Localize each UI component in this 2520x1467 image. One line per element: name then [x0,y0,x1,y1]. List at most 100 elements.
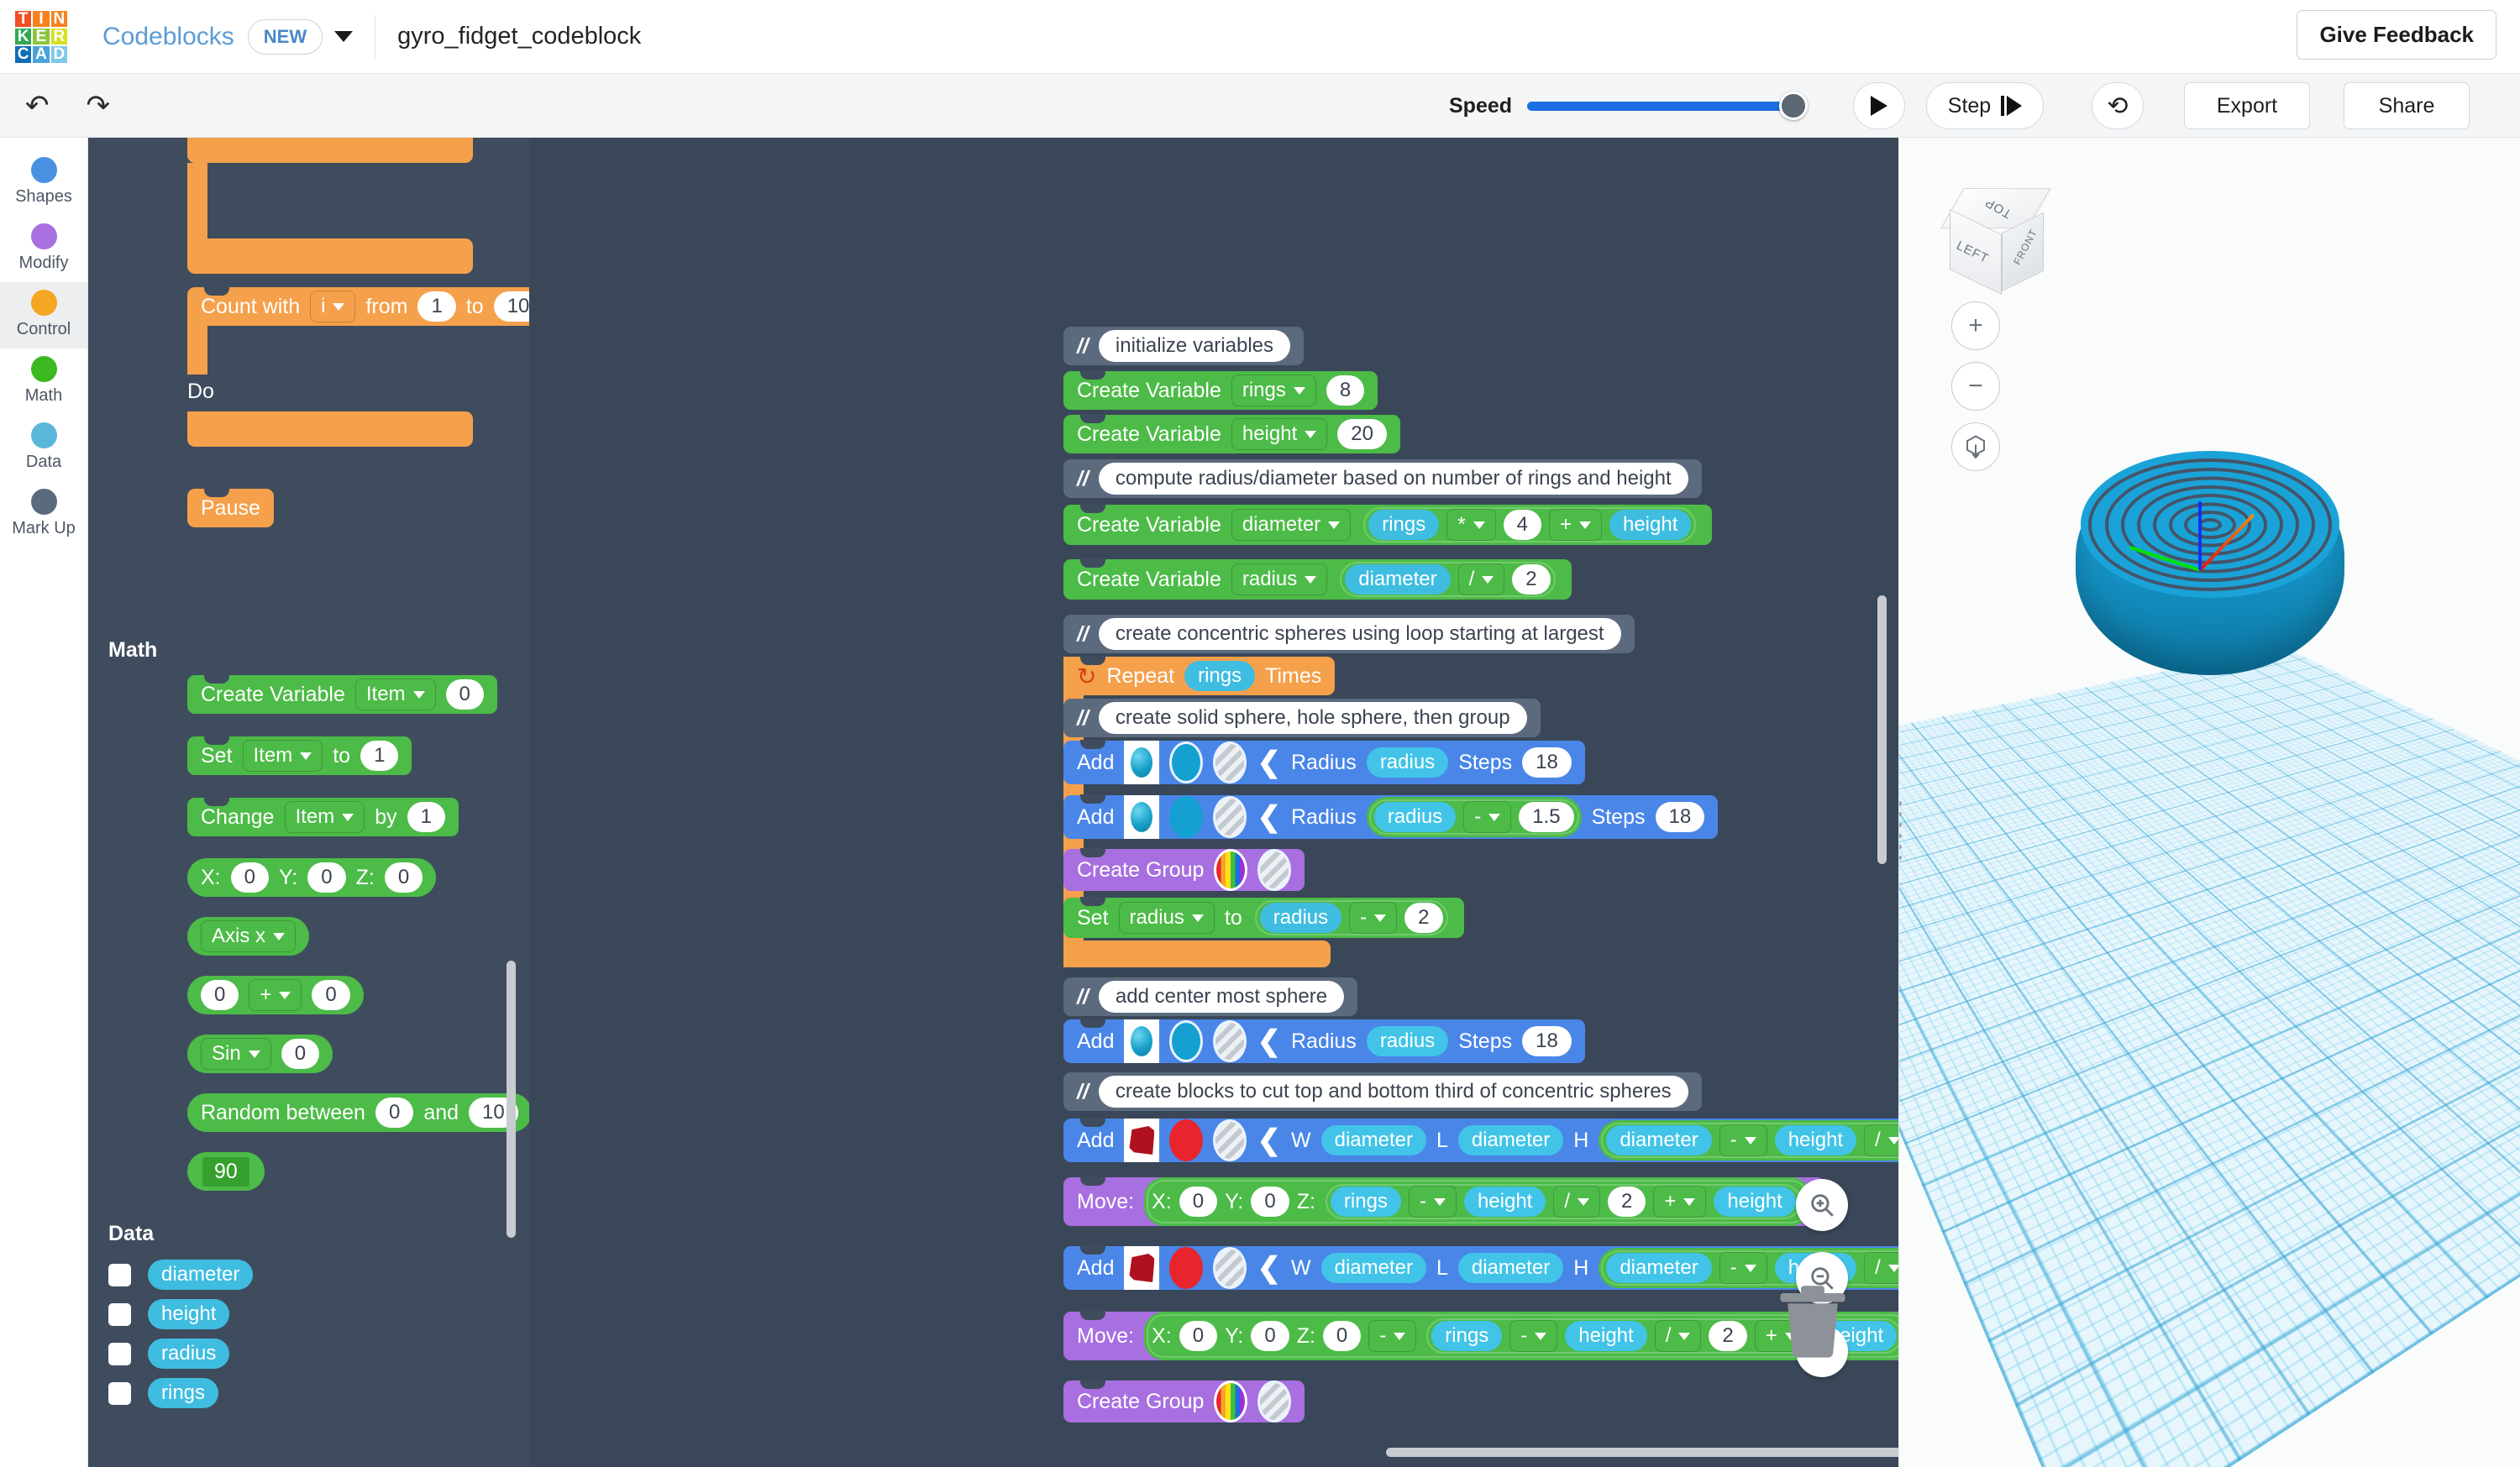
expr-value-2[interactable]: 2 [1512,564,1551,595]
data-var-row[interactable]: height [108,1299,253,1329]
move2-z-operator-0[interactable]: - [1368,1320,1417,1352]
box1-l-var[interactable]: diameter [1457,1125,1564,1155]
palette-set-block[interactable]: Set Item to 1 [187,736,412,775]
sphere2-radius-expression[interactable]: radius - 1.5 [1366,797,1582,837]
data-var-pill-rings[interactable]: rings [148,1378,219,1408]
palette-trig-block[interactable]: Sin 0 [187,1035,333,1073]
move2-z-operator-2[interactable]: / [1654,1320,1702,1352]
angle-value-input[interactable]: 90 [202,1156,249,1187]
expr-var-rings[interactable]: rings [1368,510,1440,540]
change-var-dropdown[interactable]: Item [284,801,365,833]
data-var-checkbox-diameter[interactable] [108,1263,131,1286]
export-button[interactable]: Export [2184,82,2310,129]
cv-radius-dropdown[interactable]: radius [1231,563,1328,595]
canvas-zoom-in-button[interactable] [1796,1179,1848,1231]
set-radius-block[interactable]: Set radius to radius - 2 [1063,897,1464,938]
solid-toggle-icon[interactable] [1169,1020,1204,1062]
arith-operator-dropdown[interactable]: + [249,979,302,1011]
comment-text[interactable]: create solid sphere, hole sphere, then g… [1098,702,1527,734]
cv-rings-value[interactable]: 8 [1326,375,1365,406]
palette-random-block[interactable]: Random between 0 and 10 [187,1093,529,1132]
add-sphere-block-2[interactable]: Add ❮ Radius radius - 1.5 Steps 18 [1063,794,1719,839]
palette-pause-block[interactable]: Pause [187,488,274,527]
create-variable-diameter-block[interactable]: Create Variable diameter rings * 4 + hei… [1063,504,1713,545]
expand-chevron-icon[interactable]: ❮ [1257,1126,1281,1155]
speed-slider-handle[interactable] [1779,91,1809,120]
comment-text[interactable]: compute radius/diameter based on number … [1098,463,1688,495]
data-var-row[interactable]: radius [108,1339,253,1369]
solid-toggle-icon[interactable] [1169,741,1204,783]
expand-chevron-icon[interactable]: ❮ [1257,1027,1281,1056]
data-var-checkbox-radius[interactable] [108,1342,131,1365]
expr-operator-multiply[interactable]: * [1446,509,1496,541]
set-radius-operator[interactable]: - [1349,902,1398,934]
move2-z-var-b[interactable]: height [1565,1321,1647,1351]
viewport-fit-view-button[interactable] [1951,422,2000,471]
viewport-zoom-out-button[interactable]: − [1951,362,2000,411]
add-box-block-2[interactable]: Add ❮ W diameter L diameter H diameter -… [1063,1245,1898,1290]
panel-resize-handle[interactable] [1899,801,1906,860]
move1-z-operator-2[interactable]: / [1553,1186,1600,1218]
move1-z-value[interactable]: 2 [1608,1187,1646,1217]
xyz-y-input[interactable]: 0 [307,862,346,893]
play-button[interactable] [1853,82,1905,129]
data-var-row[interactable]: diameter [108,1260,254,1290]
count-to-input[interactable]: 10 [493,291,529,322]
axis-dropdown[interactable]: Axis x [201,920,297,952]
palette-partial-block-top[interactable] [187,138,473,163]
sidebar-item-modify[interactable]: Modify [0,216,87,282]
expr-operator-plus[interactable]: + [1548,509,1602,541]
sidebar-item-shapes[interactable]: Shapes [0,149,87,216]
cv-diameter-dropdown[interactable]: diameter [1231,509,1352,541]
box1-h-operator-2[interactable]: / [1864,1124,1898,1156]
move1-y-input[interactable]: 0 [1251,1187,1289,1217]
comment-text[interactable]: create concentric spheres using loop sta… [1098,618,1621,650]
3d-model-gyro-fidget[interactable] [2076,451,2344,675]
move1-z-var-a[interactable]: rings [1330,1187,1401,1217]
redo-arrow-icon[interactable]: ↷ [87,92,111,120]
radius-expression[interactable]: diameter / 2 [1337,559,1558,600]
box2-l-var[interactable]: diameter [1457,1253,1564,1283]
palette-xyz-block[interactable]: X: 0 Y: 0 Z: 0 [187,858,437,897]
palette-count-with-block[interactable]: Count with i from 1 to 10 Do [187,286,529,447]
sphere2-offset-input[interactable]: 1.5 [1519,802,1574,832]
reset-button[interactable]: ⟲ [2092,82,2144,129]
code-canvas[interactable]: // initialize variables Create Variable … [529,138,1898,1467]
step-button[interactable]: Step [1926,82,2044,129]
solid-toggle-icon[interactable] [1169,1247,1204,1289]
trig-function-dropdown[interactable]: Sin [201,1038,271,1070]
3d-viewport[interactable]: TOP LEFT FRONT + − [1898,138,2520,1467]
hole-toggle-icon[interactable] [1213,741,1247,783]
set-radius-var[interactable]: radius [1259,903,1342,933]
palette-axis-block[interactable]: Axis x [187,917,310,956]
diameter-expression[interactable]: rings * 4 + height [1361,505,1699,545]
sidebar-item-math[interactable]: Math [0,348,87,415]
arith-a-input[interactable]: 0 [201,980,239,1010]
solid-toggle-icon[interactable] [1169,1119,1204,1161]
canvas-horizontal-scrollbar[interactable] [1386,1448,1898,1457]
comment-text[interactable]: initialize variables [1098,330,1290,362]
hole-toggle-icon[interactable] [1213,796,1247,838]
xyz-x-input[interactable]: 0 [230,862,269,893]
data-var-row[interactable]: rings [108,1378,253,1408]
expr-value-4[interactable]: 4 [1503,510,1541,540]
sphere2-radius-var[interactable]: radius [1373,802,1457,832]
move1-z-var-d[interactable]: height [1714,1187,1796,1217]
count-with-var-dropdown[interactable]: i [310,291,356,322]
sidebar-item-markup[interactable]: Mark Up [0,481,87,548]
comment-block-initialize[interactable]: // initialize variables [1063,327,1304,365]
expr-var-height[interactable]: height [1609,510,1692,540]
expand-chevron-icon[interactable]: ❮ [1257,803,1281,831]
set-radius-value[interactable]: 2 [1404,903,1443,933]
block-palette[interactable]: Count with i from 1 to 10 Do Pause Math … [88,138,529,1467]
hole-toggle-icon[interactable] [1213,1020,1247,1062]
xyz-z-input[interactable]: 0 [384,862,423,893]
move2-z-operator-1[interactable]: - [1509,1320,1558,1352]
sidebar-item-control[interactable]: Control [0,282,87,348]
move2-z-var-a[interactable]: rings [1431,1321,1503,1351]
give-feedback-button[interactable]: Give Feedback [2297,10,2496,60]
create-group-block-1[interactable]: Create Group [1063,848,1305,891]
view-cube[interactable]: TOP LEFT FRONT [1940,184,2055,296]
hole-toggle-icon[interactable] [1213,1247,1247,1289]
move-block-1[interactable]: Move: X: 0 Y: 0 Z: rings - height / 2 + [1063,1176,1824,1226]
